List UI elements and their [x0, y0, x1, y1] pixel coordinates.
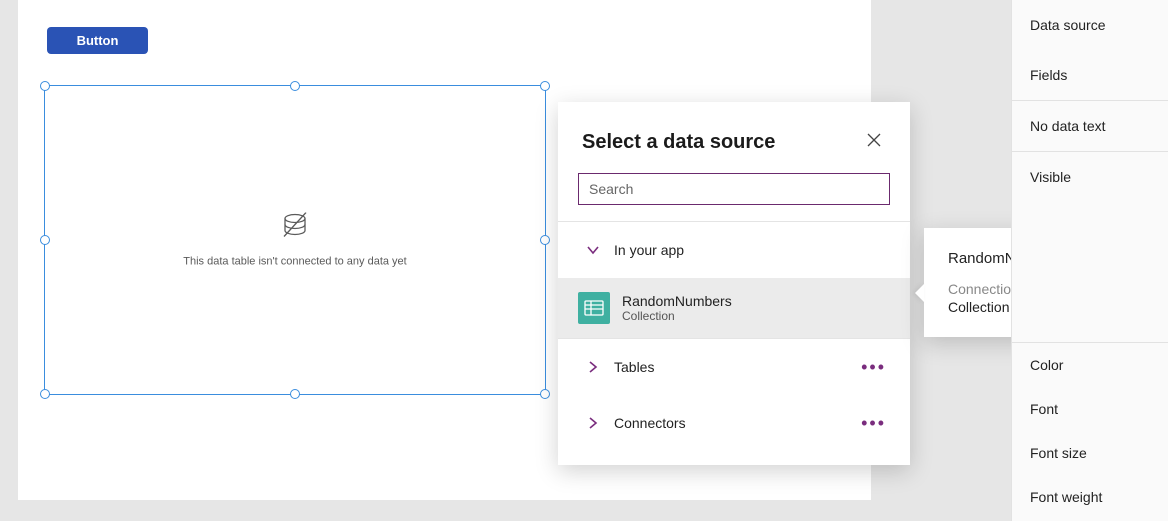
button-control[interactable]: Button [47, 27, 148, 54]
category-label: In your app [608, 242, 890, 258]
database-slash-icon [280, 213, 310, 244]
properties-pane: Data source Fields No data text Visible … [1011, 0, 1168, 521]
close-icon[interactable] [862, 128, 886, 157]
resize-handle-top-left[interactable] [40, 81, 50, 91]
select-data-source-popover: Select a data source In your app RandomN… [558, 102, 910, 465]
prop-fields[interactable]: Fields [1012, 50, 1168, 100]
collection-icon [578, 292, 610, 324]
prop-color[interactable]: Color [1012, 343, 1168, 387]
chevron-right-icon [578, 416, 608, 430]
prop-font[interactable]: Font [1012, 387, 1168, 431]
chevron-right-icon [578, 360, 608, 374]
resize-handle-top-right[interactable] [540, 81, 550, 91]
datasource-item-randomnumbers[interactable]: RandomNumbers Collection [558, 278, 910, 338]
prop-data-source[interactable]: Data source [1012, 0, 1168, 50]
prop-visible[interactable]: Visible [1012, 152, 1168, 202]
chevron-down-icon [578, 243, 608, 257]
prop-font-weight[interactable]: Font weight [1012, 475, 1168, 519]
resize-handle-bottom-left[interactable] [40, 389, 50, 399]
datatable-control-selected[interactable]: This data table isn't connected to any d… [44, 85, 546, 395]
category-label: Connectors [608, 415, 857, 431]
prop-no-data-text[interactable]: No data text [1012, 101, 1168, 151]
category-tables[interactable]: Tables ••• [558, 339, 910, 395]
resize-handle-bottom-mid[interactable] [290, 389, 300, 399]
category-connectors[interactable]: Connectors ••• [558, 395, 910, 451]
search-input[interactable] [578, 173, 890, 205]
resize-handle-bottom-right[interactable] [540, 389, 550, 399]
empty-state: This data table isn't connected to any d… [45, 213, 545, 268]
resize-handle-top-mid[interactable] [290, 81, 300, 91]
popover-title: Select a data source [582, 131, 775, 154]
datasource-subtype: Collection [622, 309, 732, 323]
empty-state-text: This data table isn't connected to any d… [45, 256, 545, 268]
datasource-name: RandomNumbers [622, 293, 732, 309]
category-in-your-app[interactable]: In your app [558, 222, 910, 278]
prop-font-size[interactable]: Font size [1012, 431, 1168, 475]
category-label: Tables [608, 359, 857, 375]
more-icon[interactable]: ••• [857, 413, 890, 434]
more-icon[interactable]: ••• [857, 357, 890, 378]
